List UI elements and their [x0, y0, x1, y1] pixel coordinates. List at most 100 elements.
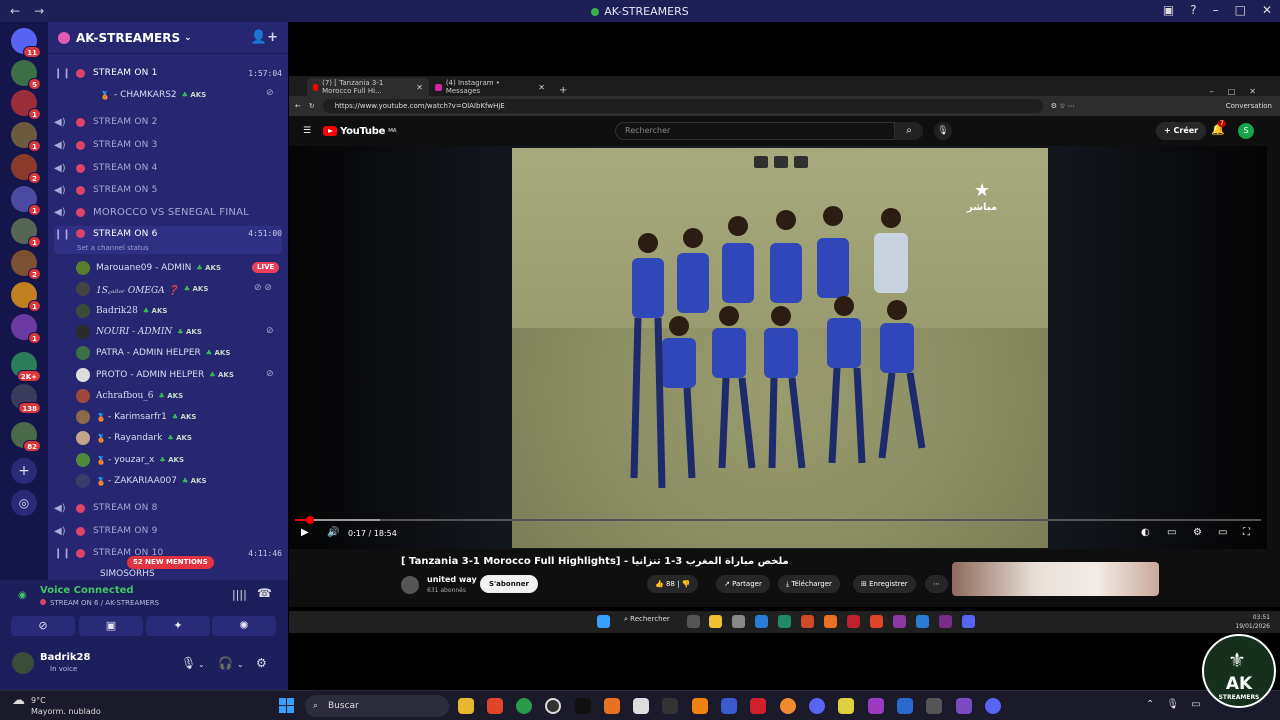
start-icon[interactable]	[597, 615, 610, 628]
terminal-icon[interactable]	[662, 698, 678, 714]
app-icon[interactable]	[780, 698, 796, 714]
back-arrow-icon[interactable]: ←	[10, 4, 20, 18]
voice-search-icon[interactable]: 🎙	[934, 122, 952, 140]
share-button[interactable]: ↗ Partager	[716, 575, 770, 593]
autoplay-toggle[interactable]: ◐	[1141, 527, 1150, 538]
taskbar-search[interactable]: ⌕ Buscar	[305, 695, 449, 717]
theater-mode-icon[interactable]: ▭	[1218, 527, 1227, 538]
yt-search-input[interactable]: Rechercher	[615, 122, 895, 140]
minimize-icon[interactable]: –	[1213, 3, 1219, 17]
task-view-icon[interactable]	[687, 615, 700, 628]
home-button[interactable]: 11	[11, 28, 41, 58]
microphone-icon[interactable]: 🎙	[181, 656, 196, 670]
menu-icon[interactable]: ☰	[303, 126, 311, 136]
server-icon[interactable]: 2K+	[11, 352, 41, 382]
app-icon[interactable]	[604, 698, 620, 714]
vlc-icon[interactable]	[692, 698, 708, 714]
channel-stream-2[interactable]: ◀) STREAM ON 2	[54, 112, 282, 132]
conversation-button[interactable]: Conversation	[1226, 102, 1280, 110]
notifications-icon[interactable]: 🔔 7	[1211, 120, 1226, 136]
obs-icon[interactable]	[545, 698, 561, 714]
channel-stream-4[interactable]: ◀) STREAM ON 4	[54, 158, 282, 178]
subscribe-button[interactable]: S'abonner	[480, 575, 538, 593]
chevron-down-icon[interactable]: ⌄	[237, 660, 244, 669]
video-frame[interactable]: ★ مباشر	[512, 148, 1048, 548]
windows-start-icon[interactable]	[279, 698, 295, 714]
server-icon[interactable]: 2	[11, 154, 41, 184]
guild-header[interactable]: AK-STREAMERS ⌄ 👤+	[48, 22, 288, 54]
like-button[interactable]: 👍 88 | 👎	[647, 575, 699, 593]
voice-user[interactable]: Marouane09 - ADMIN AKS	[76, 259, 221, 277]
video-progress-bar[interactable]	[295, 516, 1261, 524]
camera-off-button[interactable]: ⊘	[11, 616, 75, 636]
more-actions-button[interactable]: ⋯	[925, 575, 948, 593]
voice-user[interactable]: 🥉- ZAKARIAA007 AKS	[76, 472, 207, 490]
edge-icon[interactable]	[778, 615, 791, 628]
file-explorer-icon[interactable]	[458, 698, 474, 714]
voice-connected-label[interactable]: Voice Connected	[40, 585, 134, 596]
download-button[interactable]: ⤓ Télécharger	[778, 575, 840, 593]
help-icon[interactable]: ?	[1190, 3, 1196, 17]
chrome-icon[interactable]	[516, 698, 532, 714]
server-icon[interactable]: 1	[11, 122, 41, 152]
close-icon[interactable]: ✕	[1262, 3, 1272, 17]
discord-icon[interactable]	[985, 698, 1001, 714]
app-icon[interactable]	[939, 615, 952, 628]
app-icon[interactable]	[916, 615, 929, 628]
voice-user[interactable]: 1S꜀ₐᵢₗₒᵣ OMEGA ❓ AKS	[76, 280, 208, 298]
voice-user[interactable]: 🥉- Karimsarfr1 AKS	[76, 408, 196, 426]
settings-gear-icon[interactable]: ⚙	[256, 656, 267, 670]
screen-share-button[interactable]: ▣	[79, 616, 143, 636]
server-icon[interactable]: 1	[11, 90, 41, 120]
server-icon[interactable]: 1	[11, 282, 41, 312]
channel-avatar[interactable]	[401, 576, 419, 594]
app-icon[interactable]	[755, 615, 768, 628]
server-icon[interactable]: 5	[11, 60, 41, 90]
recommended-video-thumbnail[interactable]	[952, 562, 1159, 596]
add-server-icon[interactable]: +	[11, 458, 37, 484]
channel-status-hint[interactable]: Set a channel status	[77, 244, 149, 252]
discord-icon[interactable]	[809, 698, 825, 714]
app-icon[interactable]	[956, 698, 972, 714]
voice-user[interactable]: 🥉- CHAMKARS2 AKS	[100, 86, 206, 104]
inbox-icon[interactable]: ▣	[1163, 3, 1174, 17]
app-icon[interactable]	[868, 698, 884, 714]
reload-icon[interactable]: ↻	[309, 102, 315, 110]
activities-button[interactable]: ✦	[146, 616, 210, 636]
snipping-tool-icon[interactable]	[633, 698, 649, 714]
app-icon[interactable]	[926, 698, 942, 714]
maximize-icon[interactable]: □	[1235, 3, 1246, 17]
discover-icon[interactable]: ◎	[11, 490, 37, 516]
save-button[interactable]: ⊞ Enregistrer	[853, 575, 916, 593]
voice-user[interactable]: Badrik28 AKS	[76, 302, 167, 320]
server-icon[interactable]: 82	[11, 422, 41, 452]
capture-icon[interactable]	[774, 156, 788, 168]
server-icon[interactable]: 1	[11, 314, 41, 344]
voice-user[interactable]: PATRA - ADMIN HELPER AKS	[76, 344, 230, 362]
weather-widget[interactable]: ☁ 9°C Mayorm. nublado	[12, 694, 101, 717]
channel-final[interactable]: ◀) MOROCCO VS SENEGAL FINAL	[54, 202, 282, 222]
voice-user[interactable]: Achrafbou_6 AKS	[76, 387, 183, 405]
brave-icon[interactable]	[870, 615, 883, 628]
tray-chevron-icon[interactable]: ⌃	[1146, 699, 1154, 710]
new-tab-icon[interactable]: +	[551, 85, 575, 96]
soundboard-button[interactable]: ✺	[212, 616, 276, 636]
progress-scrubber[interactable]	[306, 516, 315, 524]
app-icon[interactable]	[893, 615, 906, 628]
file-explorer-icon[interactable]	[709, 615, 722, 628]
channel-stream-1[interactable]: ❙❙ STREAM ON 1 1:57:04	[54, 63, 282, 83]
voice-user[interactable]: 🥉- Rayandark AKS	[76, 429, 192, 447]
app-icon[interactable]	[838, 698, 854, 714]
extensions-icon[interactable]: ⚙ ☆ ⋯	[1051, 102, 1075, 110]
remote-search[interactable]: ⌕ Rechercher	[624, 615, 670, 624]
headphones-icon[interactable]: 🎧	[218, 656, 233, 670]
app-icon[interactable]	[732, 615, 745, 628]
new-mentions-badge[interactable]: 52 NEW MENTIONS	[127, 556, 214, 569]
channel-stream-5[interactable]: ◀) STREAM ON 5	[54, 180, 282, 200]
server-icon[interactable]: 1	[11, 186, 41, 216]
play-icon[interactable]: ▶	[301, 527, 309, 538]
voice-user[interactable]: PROTO - ADMIN HELPER AKS	[76, 366, 234, 384]
tiktok-icon[interactable]	[575, 698, 591, 714]
create-button[interactable]: + Créer	[1156, 122, 1207, 140]
close-tab-icon[interactable]: ✕	[416, 83, 423, 92]
